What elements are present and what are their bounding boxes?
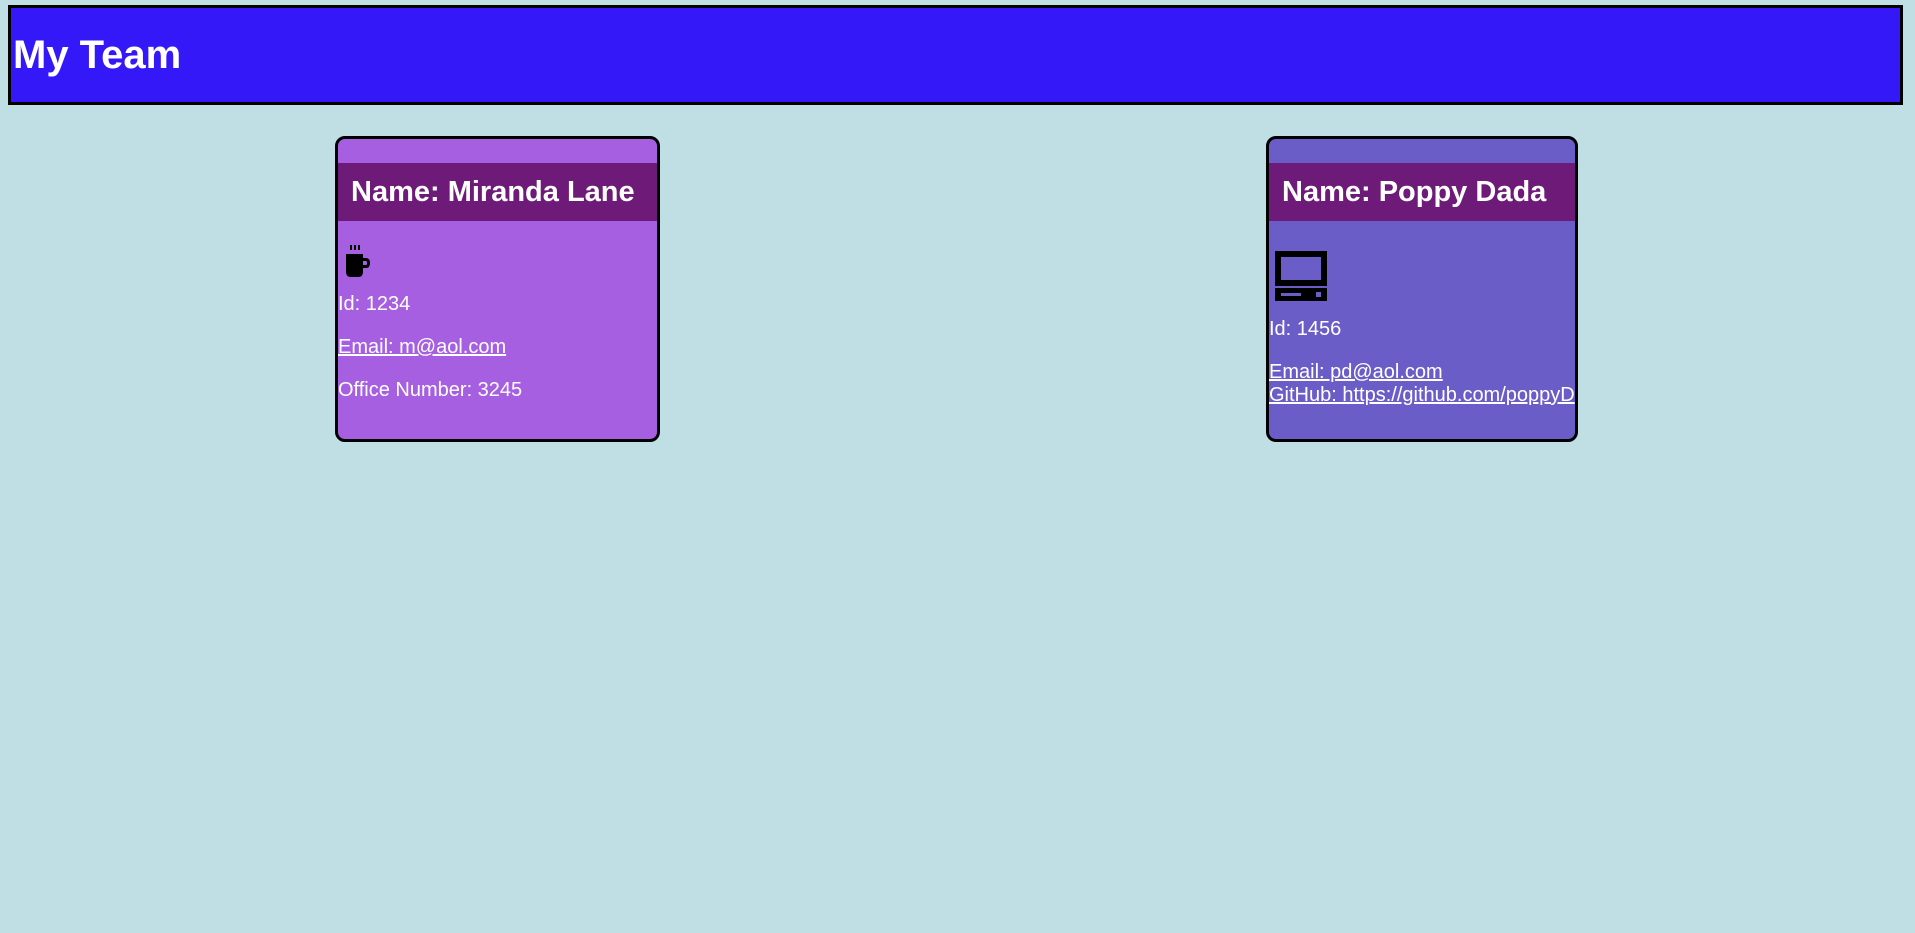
employee-name: Name: Miranda Lane bbox=[338, 163, 657, 221]
employee-email-link[interactable]: Email: pd@aol.com bbox=[1269, 361, 1443, 383]
employee-id: Id: 1234 bbox=[338, 293, 411, 315]
employee-card-engineer: Name: Poppy Dada Id: 1456 Email: pd@aol.… bbox=[1266, 136, 1578, 442]
office-number: Office Number: 3245 bbox=[338, 379, 523, 401]
page-title: My Team bbox=[13, 32, 182, 77]
employee-id: Id: 1456 bbox=[1269, 318, 1342, 340]
coffee-mug-icon bbox=[346, 245, 370, 277]
employee-card-manager: Name: Miranda Lane Id: 1234 Email: m@aol… bbox=[335, 136, 660, 442]
github-link[interactable]: GitHub: https://github.com/poppyD bbox=[1269, 384, 1575, 406]
employee-email-link[interactable]: Email: m@aol.com bbox=[338, 336, 506, 358]
employee-name: Name: Poppy Dada bbox=[1269, 163, 1575, 221]
page-header: My Team bbox=[8, 5, 1903, 105]
computer-icon bbox=[1275, 251, 1327, 301]
